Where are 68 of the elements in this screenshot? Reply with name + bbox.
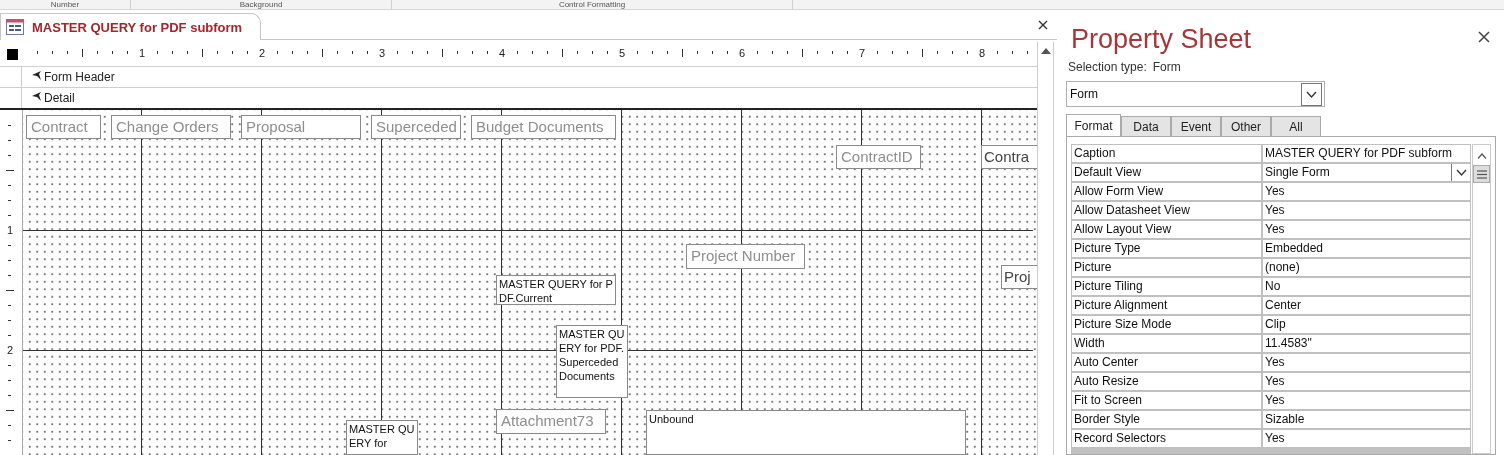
horizontal-ruler: 1 2 3 4 5 6 7 8 bbox=[24, 42, 1037, 64]
property-name: Default View bbox=[1072, 164, 1261, 181]
close-icon[interactable] bbox=[1478, 30, 1490, 43]
property-name: Picture Tiling bbox=[1072, 278, 1261, 295]
property-tab[interactable]: Data bbox=[1121, 116, 1171, 136]
property-value[interactable]: MASTER QUERY for PDF subform bbox=[1263, 145, 1470, 162]
property-value[interactable]: Yes bbox=[1263, 202, 1470, 219]
text-box[interactable]: Unbound bbox=[646, 410, 966, 455]
property-name: Caption bbox=[1072, 145, 1261, 162]
property-value[interactable]: (none) bbox=[1263, 259, 1470, 276]
property-tab[interactable]: All bbox=[1271, 116, 1321, 136]
property-name: Picture bbox=[1072, 259, 1261, 276]
text-box[interactable]: MASTER QUERY for PDF.Current bbox=[496, 275, 616, 305]
property-value[interactable]: Yes bbox=[1263, 183, 1470, 200]
vertical-ruler: 1 2 bbox=[0, 110, 22, 455]
selection-type-label: Selection type: bbox=[1068, 60, 1147, 74]
property-tab[interactable]: Format bbox=[1066, 114, 1121, 136]
chevron-down-icon[interactable] bbox=[1306, 90, 1317, 98]
property-name: Record Selectors bbox=[1072, 430, 1261, 447]
property-name: Picture Alignment bbox=[1072, 297, 1261, 314]
property-name: Allow Layout View bbox=[1072, 221, 1261, 238]
property-value[interactable]: 11.4583" bbox=[1263, 335, 1470, 352]
section-bar[interactable]: Form Header bbox=[22, 67, 1037, 87]
close-icon[interactable] bbox=[1038, 20, 1048, 30]
property-value[interactable]: Clip bbox=[1263, 316, 1470, 333]
selection-type-value: Form bbox=[1152, 60, 1181, 74]
scroll-thumb[interactable] bbox=[1473, 165, 1490, 183]
bound-field[interactable]: Proj bbox=[1001, 265, 1037, 289]
text-box[interactable]: MASTER QUERY for PDF.Superceded Documents bbox=[556, 325, 628, 398]
section-marker-icon bbox=[32, 70, 41, 80]
property-value[interactable]: Yes bbox=[1263, 354, 1470, 371]
panel-title: Property Sheet bbox=[1071, 24, 1252, 55]
form-selector[interactable] bbox=[6, 48, 18, 60]
property-value[interactable]: Sizable bbox=[1263, 411, 1470, 428]
bound-field[interactable]: Contra bbox=[981, 145, 1037, 169]
ribbon-group-label: Control Formatting bbox=[558, 0, 626, 9]
chevron-down-icon[interactable] bbox=[1455, 169, 1467, 176]
property-name: Fit to Screen bbox=[1072, 392, 1261, 409]
object-dropdown[interactable]: Form bbox=[1066, 81, 1325, 107]
document-tab[interactable]: MASTER QUERY for PDF subform bbox=[0, 13, 262, 40]
property-name: Auto Center bbox=[1072, 354, 1261, 371]
property-name: Picture Size Mode bbox=[1072, 316, 1261, 333]
property-name: Width bbox=[1072, 335, 1261, 352]
property-name: Auto Resize bbox=[1072, 373, 1261, 390]
property-value[interactable]: Yes bbox=[1263, 430, 1470, 447]
property-value[interactable]: No bbox=[1263, 278, 1470, 295]
property-name: Allow Datasheet View bbox=[1072, 202, 1261, 219]
section-marker-icon bbox=[32, 91, 41, 101]
form-icon bbox=[6, 19, 24, 35]
property-value[interactable]: Yes bbox=[1263, 373, 1470, 390]
property-name: Picture Type bbox=[1072, 240, 1261, 257]
property-name: Allow Form View bbox=[1072, 183, 1261, 200]
scrollbar[interactable] bbox=[1037, 42, 1054, 455]
ribbon-group-label: Number bbox=[50, 0, 80, 9]
section-bar[interactable]: Detail bbox=[22, 88, 1037, 108]
grip-icon bbox=[1476, 169, 1487, 179]
scrollbar[interactable] bbox=[1472, 144, 1491, 454]
property-value[interactable]: Yes bbox=[1263, 392, 1470, 409]
text-box[interactable]: MASTER QUERY for bbox=[346, 420, 418, 455]
ribbon-group-label: Background bbox=[239, 0, 283, 9]
scroll-up-icon[interactable] bbox=[1040, 48, 1051, 54]
property-tab[interactable]: Event bbox=[1171, 116, 1221, 136]
property-name: Border Style bbox=[1072, 411, 1261, 428]
scroll-up-icon[interactable] bbox=[1476, 153, 1487, 159]
property-value[interactable]: Yes bbox=[1263, 221, 1470, 238]
property-value[interactable]: Embedded bbox=[1263, 240, 1470, 257]
property-tab[interactable]: Other bbox=[1221, 116, 1271, 136]
property-value[interactable]: Center bbox=[1263, 297, 1470, 314]
